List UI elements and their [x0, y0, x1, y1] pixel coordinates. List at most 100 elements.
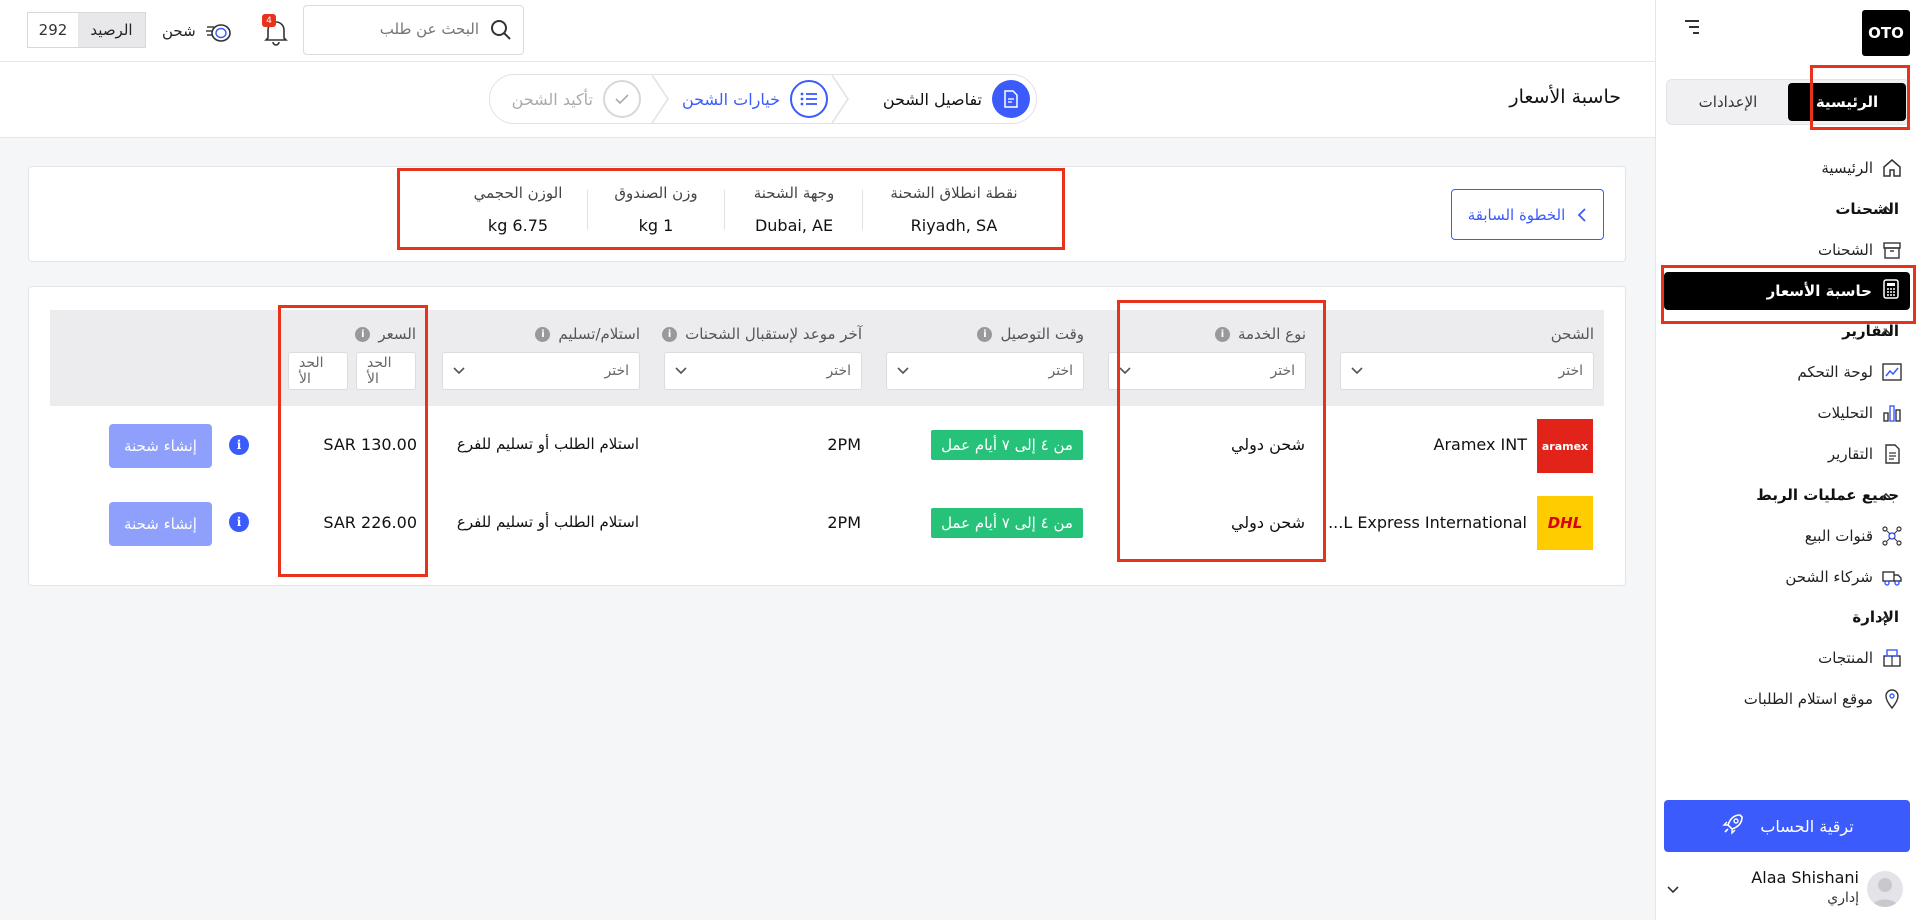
cutoff-time: 2PM — [827, 513, 861, 532]
ship-button[interactable]: شحن — [162, 18, 234, 44]
header-delivery-time: وقت التوصيل i — [977, 325, 1084, 343]
info-icon[interactable]: i — [977, 326, 993, 342]
cutoff-filter-select[interactable]: اختر — [664, 352, 862, 390]
highlight-box-service-type — [1117, 300, 1326, 562]
sidebar-item-label: التقارير — [1827, 445, 1873, 463]
header-cutoff: آخر موعد لإستقبال الشحنات i — [662, 325, 862, 343]
stepper: تفاصيل الشحن خيارات الشحن تأكيد الشحن — [489, 74, 1037, 124]
document-icon — [1881, 443, 1903, 465]
step-shipment-details[interactable]: تفاصيل الشحن — [883, 75, 1030, 123]
header-carrier: الشحن — [1551, 325, 1594, 343]
header-label: استلام/تسليم — [558, 325, 640, 343]
chevron-up-icon[interactable] — [1881, 204, 1891, 214]
bar-chart-icon — [1881, 402, 1903, 424]
header-label: الشحن — [1550, 325, 1594, 343]
step-separator-icon — [651, 75, 669, 123]
sidebar-item-label: التحليلات — [1817, 404, 1873, 422]
home-icon — [1881, 157, 1903, 179]
highlight-box-tab — [1810, 65, 1910, 130]
chevron-down-icon[interactable] — [1667, 883, 1679, 895]
dhl-logo: DHL — [1537, 496, 1593, 550]
upgrade-account-button[interactable]: ترقية الحساب — [1664, 800, 1910, 852]
sidebar-section-admin[interactable]: الإدارة — [1852, 604, 1899, 630]
rocket-icon — [1720, 811, 1746, 841]
header-label: آخر موعد لإستقبال الشحنات — [685, 325, 862, 343]
step-label: تأكيد الشحن — [511, 89, 593, 109]
upgrade-label: ترقية الحساب — [1760, 816, 1854, 836]
chevron-down-icon — [897, 367, 909, 375]
sidebar-item-dashboard[interactable]: لوحة التحكم — [1797, 359, 1903, 385]
search-icon[interactable] — [489, 18, 513, 42]
sidebar-section-integrations[interactable]: جميع عمليات الربط — [1756, 482, 1899, 508]
sidebar-item-reports[interactable]: التقارير — [1828, 441, 1903, 467]
select-placeholder: اختر — [826, 363, 852, 379]
sidebar-item-label: شركاء الشحن — [1785, 568, 1873, 586]
oto-logo[interactable]: OTO — [1862, 10, 1910, 56]
select-placeholder: اختر — [1558, 363, 1584, 379]
user-name: Alaa Shishani — [1751, 868, 1859, 887]
sidebar-item-shipping-partners[interactable]: شركاء الشحن — [1785, 564, 1903, 590]
sidebar-item-label: الشحنات — [1817, 241, 1873, 259]
chevron-up-icon[interactable] — [1881, 491, 1891, 501]
previous-step-button[interactable]: الخطوة السابقة — [1451, 189, 1604, 240]
highlight-box-price — [278, 305, 428, 577]
network-icon — [1881, 525, 1903, 547]
carrier-name: Aramex INT — [1433, 435, 1528, 454]
info-icon[interactable]: i — [662, 326, 678, 342]
order-search[interactable] — [303, 5, 524, 55]
select-placeholder: اختر — [604, 363, 630, 379]
dashboard-icon — [1881, 361, 1903, 383]
pickup-delivery-filter-select[interactable]: اختر — [442, 352, 640, 390]
delivery-time-filter-select[interactable]: اختر — [886, 352, 1084, 390]
carrier-filter-select[interactable]: اختر — [1340, 352, 1594, 390]
chevron-down-icon — [453, 367, 465, 375]
step-confirm-shipment[interactable]: تأكيد الشحن — [512, 75, 641, 123]
menu-toggle-icon[interactable] — [1683, 20, 1699, 36]
user-profile[interactable]: Alaa Shishani إداري — [1667, 868, 1903, 912]
sidebar-item-pickup-locations[interactable]: موقع استلام الطلبات — [1744, 686, 1903, 712]
sidebar: OTO الرئيسية الإعدادات الرئيسية الشحنات … — [1655, 0, 1919, 920]
carrier-name: ...L Express International — [1328, 513, 1527, 532]
balance-label: الرصيد — [78, 13, 145, 47]
info-icon[interactable]: i — [229, 512, 249, 532]
step-shipping-options[interactable]: خيارات الشحن — [682, 75, 828, 123]
chevron-up-icon[interactable] — [1881, 613, 1891, 623]
header-pickup-delivery: استلام/تسليم i — [535, 325, 640, 343]
delivery-time-badge: من ٤ إلى ٧ أيام عمل — [931, 430, 1083, 460]
info-icon[interactable]: i — [535, 326, 551, 342]
chevron-left-icon — [1578, 207, 1586, 222]
chevron-down-icon — [1351, 367, 1363, 375]
check-icon — [603, 80, 641, 118]
aramex-logo: aramex — [1537, 419, 1593, 473]
step-label: خيارات الشحن — [681, 89, 780, 109]
step-separator-icon — [831, 75, 849, 123]
sidebar-item-label: الرئيسية — [1821, 159, 1873, 177]
sidebar-item-analytics[interactable]: التحليلات — [1817, 400, 1903, 426]
search-input[interactable] — [319, 20, 479, 38]
box-icon — [1881, 239, 1903, 261]
tab-settings[interactable]: الإعدادات — [1667, 80, 1789, 124]
sidebar-item-shipments[interactable]: الشحنات — [1818, 237, 1903, 263]
balance-box: 292 الرصيد — [27, 12, 146, 48]
sidebar-item-products[interactable]: المنتجات — [1818, 645, 1903, 671]
user-role: إداري — [1827, 890, 1859, 906]
sidebar-item-home[interactable]: الرئيسية — [1821, 155, 1903, 181]
create-shipment-button[interactable]: إنشاء شحنة — [109, 502, 212, 546]
sidebar-item-label: موقع استلام الطلبات — [1743, 690, 1873, 708]
ship-label: شحن — [162, 22, 196, 40]
highlight-box-calculator — [1661, 265, 1916, 324]
products-icon — [1881, 647, 1903, 669]
delivery-time-badge: من ٤ إلى ٧ أيام عمل — [931, 508, 1083, 538]
sidebar-item-sales-channels[interactable]: قنوات البيع — [1805, 523, 1903, 549]
create-shipment-button[interactable]: إنشاء شحنة — [109, 424, 212, 468]
coins-icon — [205, 24, 231, 42]
avatar — [1867, 871, 1903, 907]
sidebar-item-label: المنتجات — [1818, 649, 1873, 667]
chevron-up-icon[interactable] — [1881, 327, 1891, 337]
cutoff-time: 2PM — [827, 435, 861, 454]
header-label: وقت التوصيل — [1000, 325, 1084, 343]
info-icon[interactable]: i — [229, 435, 249, 455]
notifications-button[interactable]: 4 — [262, 14, 290, 46]
select-placeholder: اختر — [1048, 363, 1074, 379]
step-label: تفاصيل الشحن — [882, 89, 982, 109]
